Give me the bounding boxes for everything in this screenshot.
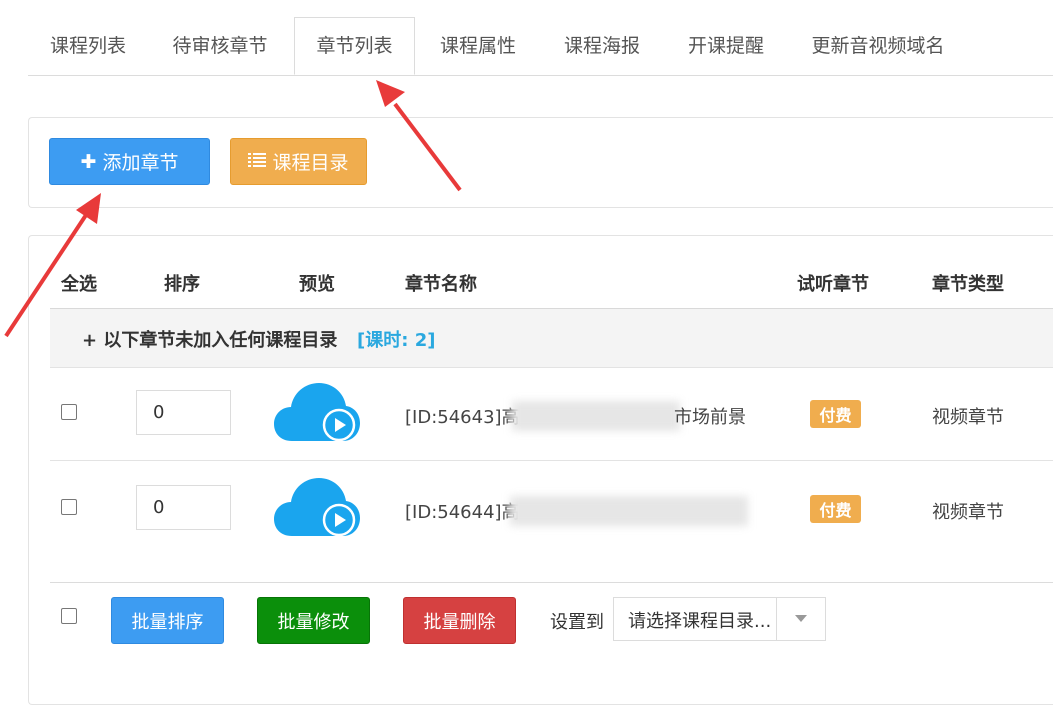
redacted-text <box>512 401 680 431</box>
header-sort: 排序 <box>164 274 200 295</box>
course-catalog-label: 课程目录 <box>272 152 349 174</box>
tab-course-poster[interactable]: 课程海报 <box>544 18 660 75</box>
redacted-text <box>510 496 748 526</box>
chapter-name-prefix: [ID:54643]高 <box>405 407 520 428</box>
row-divider <box>50 460 1053 461</box>
cloud-play-icon[interactable] <box>274 476 360 538</box>
plus-icon: ✚ <box>80 150 97 173</box>
header-chapter-name: 章节名称 <box>405 274 477 295</box>
tab-course-properties[interactable]: 课程属性 <box>420 18 536 75</box>
sort-order-input[interactable]: 0 <box>136 390 231 435</box>
header-chapter-type: 章节类型 <box>932 274 1004 295</box>
paid-badge: 付费 <box>810 400 861 428</box>
header-select-all: 全选 <box>61 274 97 295</box>
chapter-type: 视频章节 <box>932 407 1004 428</box>
catalog-select[interactable]: 请选择课程目录... <box>613 597 826 641</box>
course-catalog-button[interactable]: 课程目录 <box>230 138 367 185</box>
chapter-name-suffix: 市场前景 <box>674 407 746 428</box>
sort-order-input[interactable]: 0 <box>136 485 231 530</box>
tab-class-reminder[interactable]: 开课提醒 <box>668 18 784 75</box>
ungrouped-section-title[interactable]: + 以下章节未加入任何课程目录 <box>82 326 337 352</box>
batch-select-all-checkbox[interactable] <box>61 608 77 624</box>
cloud-play-icon[interactable] <box>274 381 360 443</box>
paid-badge: 付费 <box>810 495 861 523</box>
header-preview: 预览 <box>299 274 335 295</box>
dropdown-toggle[interactable] <box>776 598 825 640</box>
batch-edit-button[interactable]: 批量修改 <box>257 597 370 644</box>
tab-pending-chapters[interactable]: 待审核章节 <box>156 18 284 75</box>
add-chapter-label: 添加章节 <box>102 152 179 174</box>
lesson-count-badge: [课时: 2] <box>357 330 436 351</box>
batch-sort-button[interactable]: 批量排序 <box>111 597 224 644</box>
header-trial: 试听章节 <box>797 274 869 295</box>
tab-course-list[interactable]: 课程列表 <box>30 18 146 75</box>
row-checkbox[interactable] <box>61 404 77 420</box>
add-chapter-button[interactable]: ✚ 添加章节 <box>49 138 210 185</box>
catalog-select-value: 请选择课程目录... <box>628 611 772 632</box>
tab-update-media-domain[interactable]: 更新音视频域名 <box>798 18 958 75</box>
tab-chapter-list[interactable]: 章节列表 <box>294 17 415 75</box>
caret-down-icon <box>795 615 807 622</box>
chapter-name-prefix: [ID:54644]高 <box>405 502 520 523</box>
chapter-type: 视频章节 <box>932 502 1004 523</box>
row-checkbox[interactable] <box>61 499 77 515</box>
list-icon <box>248 151 267 173</box>
batch-delete-button[interactable]: 批量删除 <box>403 597 516 644</box>
batch-divider <box>50 582 1053 583</box>
set-to-label: 设置到 <box>550 612 604 633</box>
